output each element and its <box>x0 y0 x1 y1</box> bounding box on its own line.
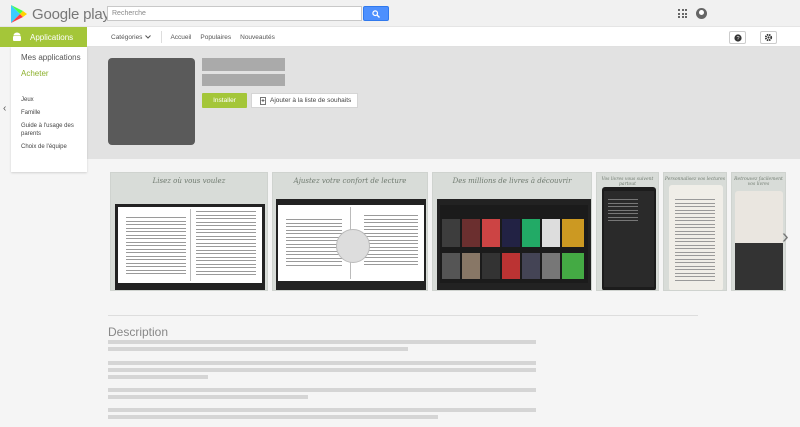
menu-lines <box>675 199 715 283</box>
wishlist-button[interactable]: Ajouter à la liste de souhaits <box>251 93 358 108</box>
sidebar-item-family[interactable]: Famille <box>21 109 85 117</box>
book-cover <box>542 219 560 247</box>
app-title-placeholder <box>202 58 285 71</box>
categories-dropdown[interactable]: Catégories <box>111 31 163 43</box>
left-sidebar: Mes applications Acheter Jeux Famille Gu… <box>11 47 87 172</box>
book-cover <box>542 253 560 279</box>
phone-frame <box>602 187 656 290</box>
book-cover <box>442 219 460 247</box>
text-lines <box>364 215 418 268</box>
phone-frame <box>669 185 723 290</box>
screenshot-4[interactable]: Vos livres vous suivent partout <box>596 172 659 291</box>
brightness-dial <box>336 229 370 263</box>
section-divider <box>108 315 698 316</box>
wishlist-label: Ajouter à la liste de souhaits <box>270 97 352 104</box>
android-icon <box>13 32 21 41</box>
tab-applications[interactable]: Applications <box>0 27 87 47</box>
book-cover <box>482 219 500 247</box>
tablet-frame <box>276 199 426 290</box>
search-input[interactable]: Recherche <box>107 6 362 21</box>
install-button[interactable]: Installer <box>202 93 247 108</box>
description-title: Description <box>108 325 169 339</box>
sidebar-item-shop[interactable]: Acheter <box>21 69 49 78</box>
svg-text:?: ? <box>736 36 739 42</box>
nav-link-accueil[interactable]: Accueil <box>170 34 191 41</box>
nav-link-nouveautes[interactable]: Nouveautés <box>240 34 275 41</box>
screenshot-caption-5: Personnalisez vos lectures <box>664 177 726 182</box>
account-avatar-icon[interactable] <box>696 8 707 19</box>
book-cover <box>442 253 460 279</box>
sidebar-collapse-chevron-icon[interactable]: ‹ <box>3 103 6 114</box>
text-lines <box>286 219 342 268</box>
description-line-placeholder <box>108 347 408 351</box>
book-cover <box>522 219 540 247</box>
help-icon: ? <box>733 33 742 42</box>
book-cover <box>462 219 480 247</box>
sidebar-item-games[interactable]: Jeux <box>21 96 85 104</box>
categories-label: Catégories <box>111 33 143 41</box>
screenshot-3[interactable]: Des millions de livres à découvrir <box>432 172 592 291</box>
tablet-screen <box>278 205 424 281</box>
phone-screen <box>604 191 654 287</box>
description-line-placeholder <box>108 408 536 412</box>
screenshot-caption-1: Lisez où vous voulez <box>152 177 226 185</box>
screenshot-caption-6: Retrouvez facilement vos livres <box>734 177 783 187</box>
text-lines <box>126 217 186 277</box>
tab-applications-label: Applications <box>30 32 74 42</box>
screenshot-1[interactable]: Lisez où vous voulez <box>110 172 268 291</box>
tablet-frame <box>115 204 265 290</box>
chevron-down-icon <box>145 35 152 39</box>
description-line-placeholder <box>108 340 536 344</box>
screenshot-caption-3: Des millions de livres à découvrir <box>452 177 572 185</box>
description-line-placeholder <box>108 415 438 419</box>
google-play-logo[interactable]: Google play <box>10 4 110 24</box>
nav-bar: Applications Catégories Accueil Populair… <box>0 27 800 47</box>
description-line-placeholder <box>108 388 536 392</box>
text-lines <box>196 211 256 278</box>
search-icon <box>372 9 380 18</box>
keyboard <box>735 243 783 290</box>
screenshot-5[interactable]: Personnalisez vos lectures <box>663 172 727 291</box>
book-cover <box>562 219 584 247</box>
book-cover <box>502 219 520 247</box>
sidebar-item-parents-guide[interactable]: Guide à l'usage des parents <box>21 122 85 138</box>
book-cover <box>562 253 584 279</box>
app-author-placeholder <box>202 74 285 86</box>
tablet-screen <box>118 207 262 283</box>
logo-text: Google play <box>32 5 110 23</box>
help-button[interactable]: ? <box>729 31 746 44</box>
search-button[interactable] <box>363 6 389 21</box>
page-gutter <box>190 209 191 281</box>
description-line-placeholder <box>108 395 308 399</box>
gear-icon <box>764 33 773 42</box>
book-cover <box>502 253 520 279</box>
tablet-frame <box>437 199 591 290</box>
nav-link-populaires[interactable]: Populaires <box>200 34 231 41</box>
description-line-placeholder <box>108 375 208 379</box>
top-bar: Google play Recherche <box>0 0 800 27</box>
settings-button[interactable] <box>760 31 777 44</box>
sidebar-item-my-apps[interactable]: Mes applications <box>21 53 81 62</box>
play-store-icon <box>11 5 27 23</box>
bookmark-add-icon <box>260 96 266 105</box>
phone-frame <box>735 191 783 290</box>
book-cover <box>482 253 500 279</box>
screenshot-6[interactable]: Retrouvez facilement vos livres <box>731 172 786 291</box>
menu-lines <box>608 199 638 224</box>
apps-grid-icon[interactable] <box>678 9 687 18</box>
screenshot-caption-2: Ajustez votre confort de lecture <box>293 177 407 185</box>
description-line-placeholder <box>108 361 536 365</box>
tablet-screen <box>440 205 588 283</box>
app-icon-placeholder <box>108 58 195 145</box>
book-cover <box>462 253 480 279</box>
description-line-placeholder <box>108 368 536 372</box>
screenshots-next-arrow-icon[interactable]: › <box>782 226 789 249</box>
book-cover <box>522 253 540 279</box>
screenshot-caption-4: Vos livres vous suivent partout <box>601 177 654 187</box>
sidebar-item-editors-choice[interactable]: Choix de l'équipe <box>21 143 85 151</box>
screenshot-2[interactable]: Ajustez votre confort de lecture <box>272 172 428 291</box>
